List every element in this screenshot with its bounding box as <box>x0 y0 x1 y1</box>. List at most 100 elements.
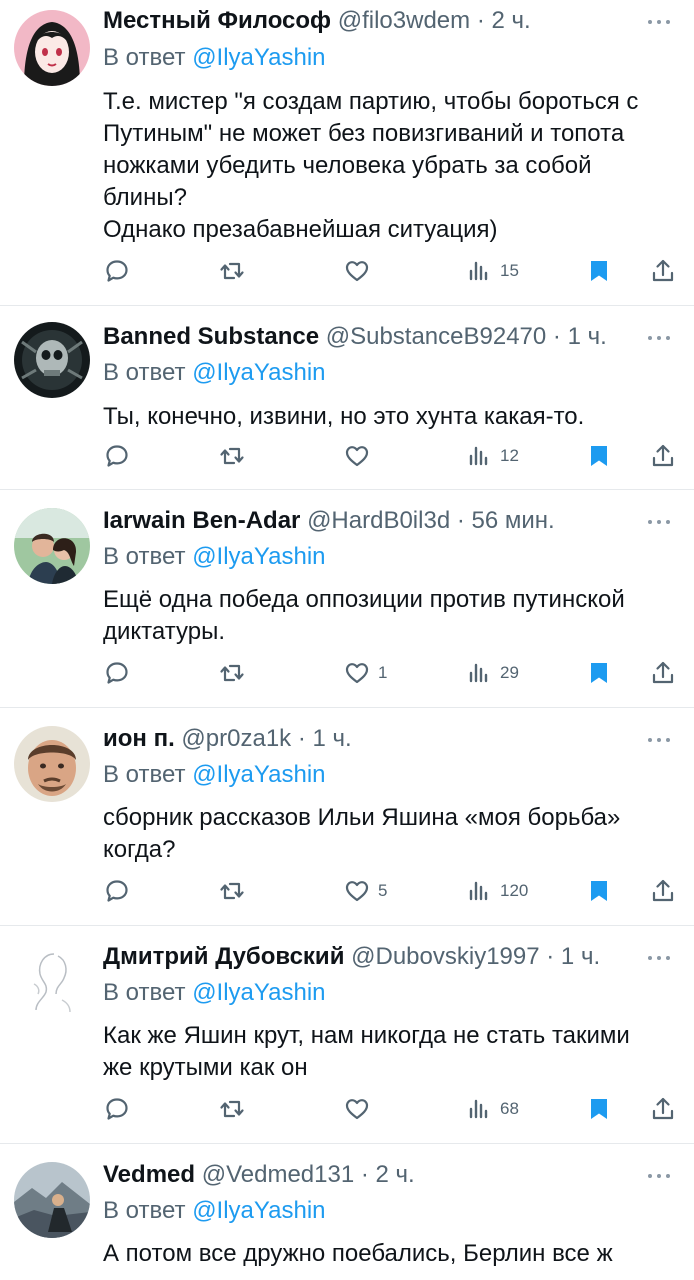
tweet[interactable]: ион п. @pr0za1k · 1 ч. В ответ @IlyaYash… <box>0 708 694 926</box>
tweet-text: Ты, конечно, извини, но это хунта какая-… <box>103 403 585 430</box>
author-name[interactable]: Iarwain Ben-Adar <box>103 507 300 534</box>
avatar[interactable] <box>14 944 90 1020</box>
timestamp[interactable]: 1 ч. <box>568 323 607 350</box>
reply-button[interactable] <box>104 441 130 471</box>
mention-link[interactable]: @IlyaYashin <box>192 761 325 788</box>
author-name[interactable]: Vedmed <box>103 1161 195 1188</box>
like-button[interactable]: 1 <box>344 658 387 688</box>
reply-button[interactable] <box>104 658 130 688</box>
tweet[interactable]: Дмитрий Дубовский @Dubovskiy1997 · 1 ч. … <box>0 926 694 1144</box>
avatar[interactable] <box>14 322 90 398</box>
timestamp[interactable]: 2 ч. <box>491 7 530 34</box>
retweet-button[interactable] <box>219 441 245 471</box>
more-options-icon[interactable] <box>644 730 674 750</box>
more-options-icon[interactable] <box>644 12 674 32</box>
views-button[interactable]: 12 <box>466 441 519 471</box>
timestamp[interactable]: 56 мин. <box>472 507 555 534</box>
mention-link[interactable]: @IlyaYashin <box>192 359 325 386</box>
avatar[interactable] <box>14 10 90 86</box>
separator: · <box>546 323 568 350</box>
author-handle[interactable]: @Dubovskiy1997 <box>351 943 539 970</box>
tweet[interactable]: Местный Философ @filo3wdem · 2 ч. В отве… <box>0 0 694 306</box>
heart-icon <box>345 663 369 684</box>
tweet[interactable]: Iarwain Ben-Adar @HardB0il3d · 56 мин. В… <box>0 490 694 708</box>
mention-link[interactable]: @IlyaYashin <box>192 543 325 570</box>
retweet-icon <box>220 1100 244 1118</box>
like-button[interactable]: 5 <box>344 876 387 906</box>
timestamp[interactable]: 2 ч. <box>376 1161 415 1188</box>
share-button[interactable] <box>650 441 676 471</box>
retweet-button[interactable] <box>219 658 245 688</box>
author-handle[interactable]: @Vedmed131 <box>202 1161 354 1188</box>
bookmark-button[interactable] <box>586 658 612 688</box>
reply-icon <box>106 1098 128 1120</box>
reply-button[interactable] <box>104 876 130 906</box>
retweet-button[interactable] <box>219 256 245 286</box>
views-button[interactable]: 29 <box>466 658 519 688</box>
retweet-icon <box>220 262 244 280</box>
heart-icon <box>345 1099 369 1120</box>
retweet-icon <box>220 447 244 465</box>
share-button[interactable] <box>650 658 676 688</box>
author-name[interactable]: ион п. <box>103 725 175 752</box>
reply-button[interactable] <box>104 256 130 286</box>
analytics-icon <box>469 1099 488 1119</box>
bookmark-button[interactable] <box>586 441 612 471</box>
author-handle[interactable]: @pr0za1k <box>181 725 291 752</box>
tweet-text: Т.е. мистер "я создам партию, чтобы боро… <box>103 88 639 243</box>
retweet-button[interactable] <box>219 1094 245 1124</box>
avatar[interactable] <box>14 1162 90 1238</box>
bookmark-icon <box>591 446 607 466</box>
reply-context: В ответ @IlyaYashin <box>103 1197 326 1224</box>
author-handle[interactable]: @HardB0il3d <box>307 507 450 534</box>
like-button[interactable] <box>344 256 378 286</box>
views-button[interactable]: 15 <box>466 256 519 286</box>
mention-link[interactable]: @IlyaYashin <box>192 979 325 1006</box>
share-button[interactable] <box>650 1094 676 1124</box>
avatar[interactable] <box>14 726 90 802</box>
like-button[interactable] <box>344 1094 378 1124</box>
reply-icon <box>106 260 128 282</box>
avatar[interactable] <box>14 508 90 584</box>
author-name[interactable]: Местный Философ <box>103 7 331 34</box>
face-photo-icon <box>14 726 90 802</box>
reply-context: В ответ @IlyaYashin <box>103 44 326 71</box>
bookmark-button[interactable] <box>586 876 612 906</box>
more-options-icon[interactable] <box>644 948 674 968</box>
author-name[interactable]: Banned Substance <box>103 323 319 350</box>
author-handle[interactable]: @filo3wdem <box>338 7 470 34</box>
bookmark-button[interactable] <box>586 1094 612 1124</box>
views-button[interactable]: 68 <box>466 1094 519 1124</box>
timestamp[interactable]: 1 ч. <box>561 943 600 970</box>
retweet-button[interactable] <box>219 876 245 906</box>
reply-icon <box>106 662 128 684</box>
analytics-icon <box>469 261 488 281</box>
landscape-photo-icon <box>14 1162 90 1238</box>
tweet-text: Как же Яшин крут, нам никогда не стать т… <box>103 1022 630 1081</box>
tweet[interactable]: Banned Substance @SubstanceB92470 · 1 ч.… <box>0 306 694 490</box>
analytics-icon <box>469 663 488 683</box>
share-button[interactable] <box>650 876 676 906</box>
bookmark-icon <box>591 261 607 281</box>
view-count: 120 <box>500 881 529 900</box>
more-options-icon[interactable] <box>644 1166 674 1186</box>
heart-icon <box>345 261 369 282</box>
reply-context: В ответ @IlyaYashin <box>103 761 326 788</box>
reply-button[interactable] <box>104 1094 130 1124</box>
tweet[interactable]: Vedmed @Vedmed131 · 2 ч. В ответ @IlyaYa… <box>0 1144 694 1280</box>
separator: · <box>291 725 313 752</box>
reply-context: В ответ @IlyaYashin <box>103 359 326 386</box>
view-count: 15 <box>500 261 519 280</box>
author-handle[interactable]: @SubstanceB92470 <box>326 323 547 350</box>
share-button[interactable] <box>650 256 676 286</box>
mention-link[interactable]: @IlyaYashin <box>192 44 325 71</box>
mention-link[interactable]: @IlyaYashin <box>192 1197 325 1224</box>
timestamp[interactable]: 1 ч. <box>313 725 352 752</box>
bookmark-button[interactable] <box>586 256 612 286</box>
more-options-icon[interactable] <box>644 328 674 348</box>
more-options-icon[interactable] <box>644 512 674 532</box>
author-name[interactable]: Дмитрий Дубовский <box>103 943 344 970</box>
views-button[interactable]: 120 <box>466 876 528 906</box>
analytics-icon <box>469 446 488 466</box>
like-button[interactable] <box>344 441 378 471</box>
